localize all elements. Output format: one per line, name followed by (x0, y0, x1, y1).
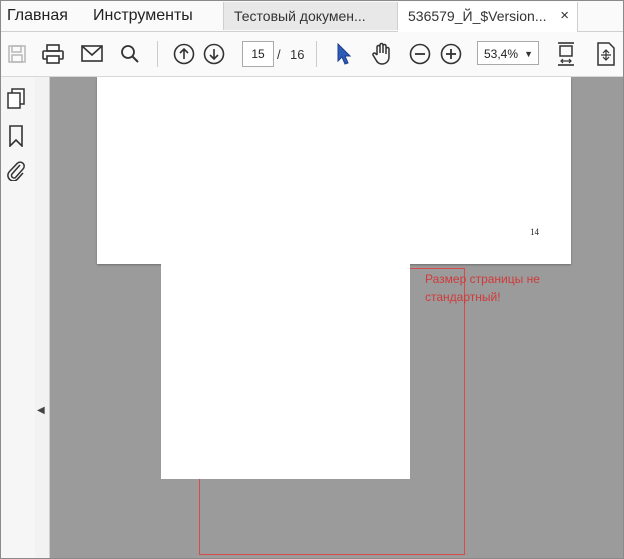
bookmark-icon[interactable] (8, 125, 24, 152)
page-number-label: 14 (530, 227, 539, 237)
page-separator: / (277, 47, 281, 62)
pages-icon[interactable] (6, 88, 26, 115)
attachment-icon[interactable] (6, 159, 26, 186)
select-cursor-icon[interactable] (330, 40, 358, 68)
chevron-down-icon: ▼ (524, 49, 533, 59)
toolbar: 15 / 16 53,4% ▼ (1, 32, 623, 77)
zoom-out-icon[interactable] (406, 40, 434, 68)
menu-tools[interactable]: Инструменты (93, 7, 193, 25)
tab-bar: Главная Инструменты Тестовый докумен... … (1, 1, 623, 32)
search-icon[interactable] (116, 40, 144, 68)
tab-test-document[interactable]: Тестовый докумен... (223, 2, 398, 30)
toolbar-divider (316, 41, 317, 67)
toolbar-divider (157, 41, 158, 67)
scroll-mode-icon[interactable] (592, 40, 620, 68)
print-icon[interactable] (39, 40, 67, 68)
email-icon[interactable] (78, 40, 106, 68)
next-page-icon[interactable] (200, 40, 228, 68)
collapse-panel-handle[interactable]: ◀ (35, 77, 50, 558)
current-page (161, 194, 410, 479)
menu-home[interactable]: Главная (7, 7, 68, 25)
tab-test-document-label: Тестовый докумен... (234, 8, 366, 24)
chevron-left-icon: ◀ (37, 405, 45, 416)
fit-width-icon[interactable] (552, 40, 580, 68)
page-size-warning: Размер страницы не стандартный! (425, 272, 540, 304)
zoom-level-select[interactable]: 53,4% ▼ (477, 41, 539, 65)
navigation-rail (1, 77, 36, 558)
hand-tool-icon[interactable] (368, 40, 396, 68)
page-number-input[interactable]: 15 (242, 41, 274, 67)
save-icon[interactable] (3, 40, 31, 68)
zoom-in-icon[interactable] (437, 40, 465, 68)
tab-active-document-label: 536579_Й_$Version... (408, 8, 547, 24)
tab-active-document[interactable]: 536579_Й_$Version... × (398, 2, 578, 32)
page-total: 16 (290, 47, 305, 62)
zoom-level-value: 53,4% (484, 47, 519, 61)
app-window: Главная Инструменты Тестовый докумен... … (0, 0, 624, 559)
close-icon[interactable]: × (560, 2, 569, 30)
previous-page-icon[interactable] (170, 40, 198, 68)
